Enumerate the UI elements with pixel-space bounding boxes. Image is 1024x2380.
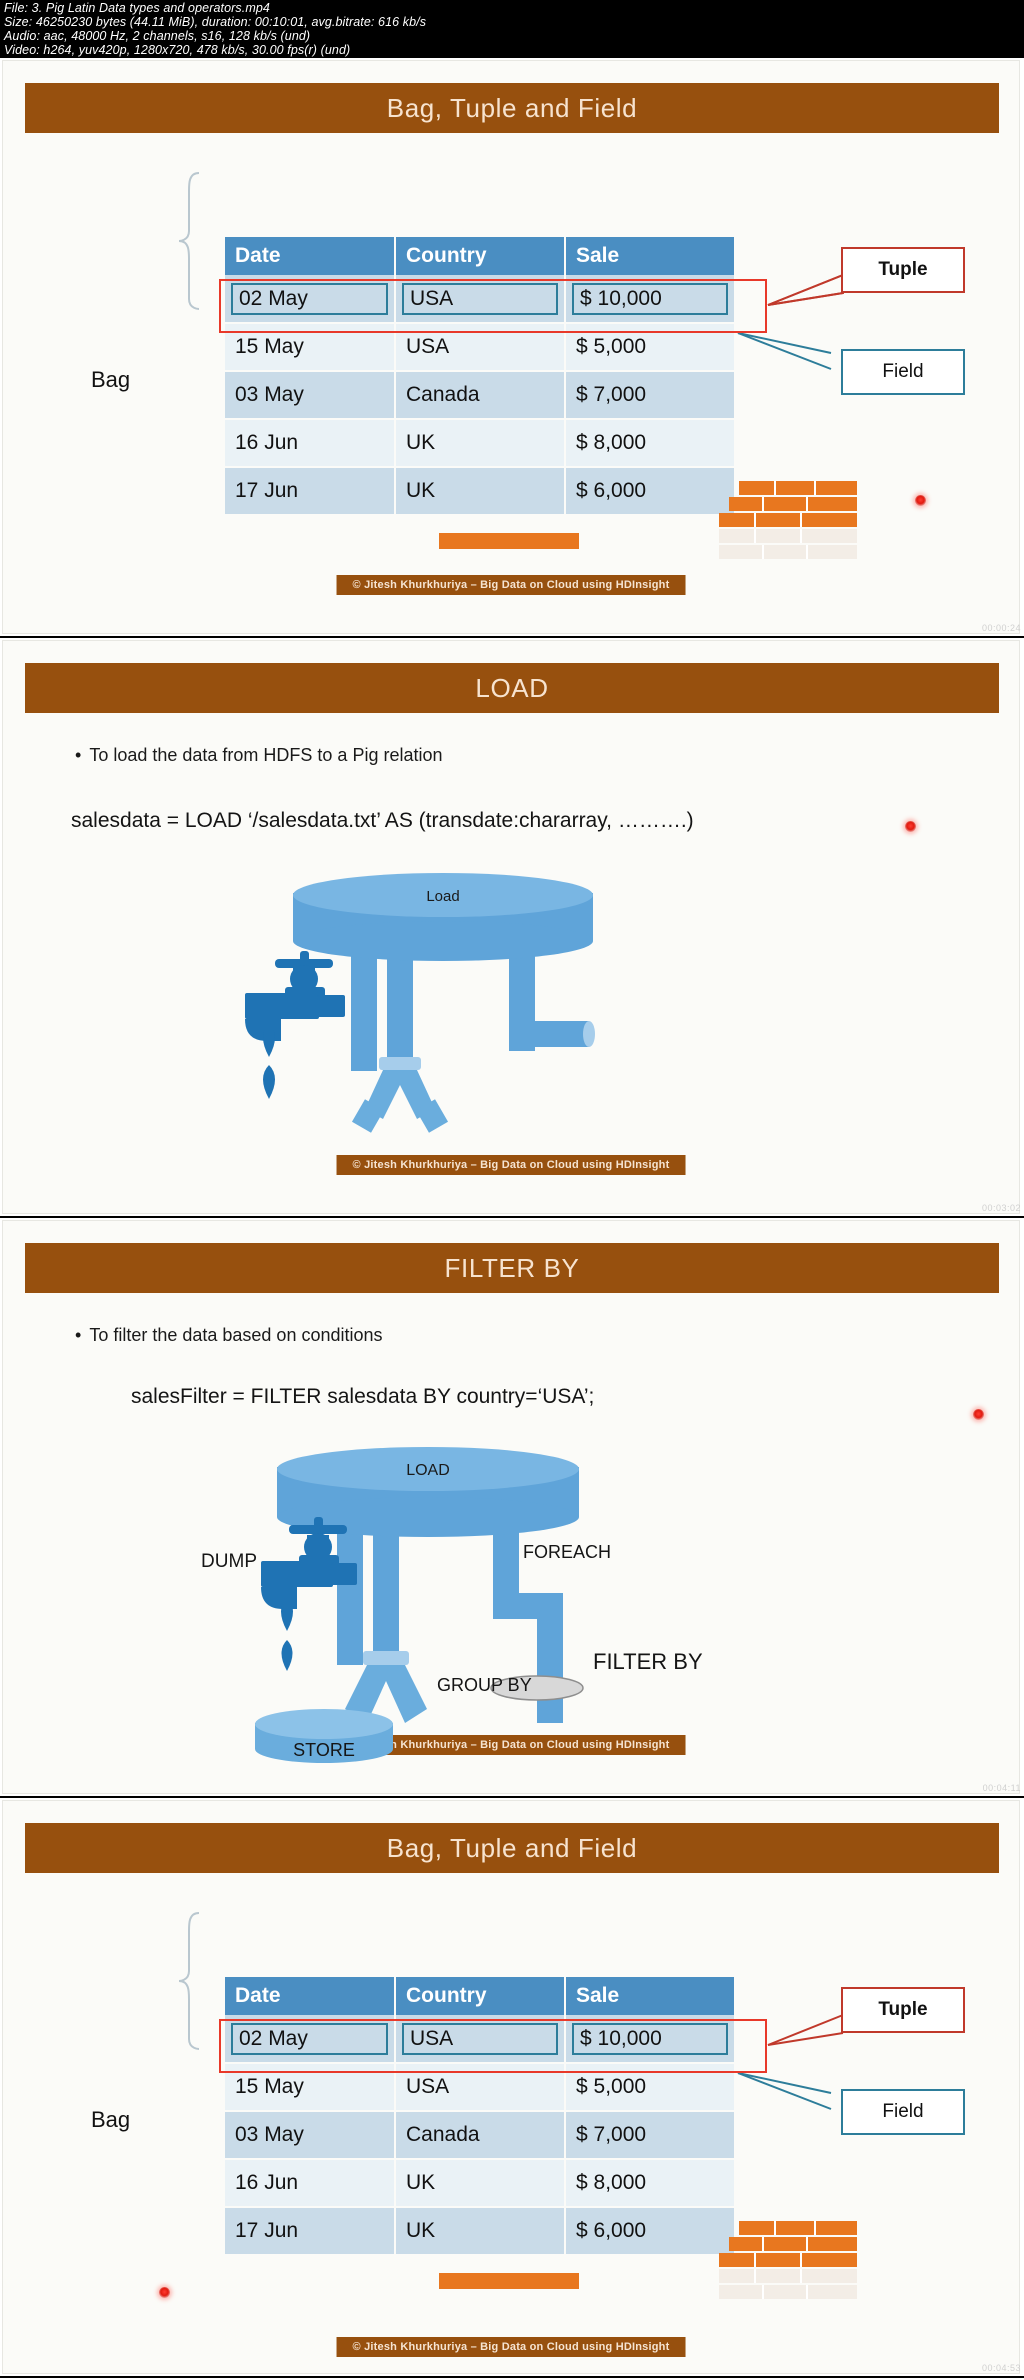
slide-1-tuple-callout: Tuple bbox=[841, 247, 965, 293]
slide-frame-2: LOAD • To load the data from HDFS to a Pi… bbox=[2, 640, 1020, 1214]
pig-pipeline-diagram: LOAD DUMP STORE GROUP BY FOREACH FILTER … bbox=[201, 1447, 703, 1763]
slide-4-tuple-callout: Tuple bbox=[841, 1987, 965, 2033]
slide-frame-3: FILTER BY • To filter the data based on c… bbox=[2, 1220, 1020, 1794]
foreach-label: FOREACH bbox=[523, 1542, 611, 1562]
slide-4-field-callout: Field bbox=[841, 2089, 965, 2135]
slide-2-title: LOAD bbox=[25, 663, 999, 713]
slide-3-code: salesFilter = FILTER salesdata BY countr… bbox=[131, 1385, 595, 1408]
slide-3-bullet: • To filter the data based on conditions bbox=[75, 1325, 383, 1346]
slide-2-bullet: • To load the data from HDFS to a Pig rel… bbox=[75, 745, 443, 766]
laser-pointer-dot bbox=[973, 1409, 984, 1420]
slide-4-callout-connectors bbox=[737, 2014, 844, 2110]
media-info-video-line: Video: h264, yuv420p, 1280x720, 478 kb/s… bbox=[4, 43, 351, 57]
bullet-glyph: • bbox=[75, 745, 82, 765]
thumbnail-sheet: Bag, Tuple and Field Bag Date Country Sa… bbox=[0, 58, 1024, 2378]
media-info-audio-line: Audio: aac, 48000 Hz, 2 channels, s16, 1… bbox=[4, 29, 311, 43]
thumbnail-4-timecode: 00:04:53 bbox=[981, 2363, 1021, 2373]
slide-frame-4: Bag, Tuple and Field Bag Date Country Sa… bbox=[2, 1800, 1020, 2374]
laser-pointer-dot bbox=[159, 2287, 170, 2298]
store-label: STORE bbox=[293, 1740, 355, 1760]
laser-pointer-dot bbox=[915, 495, 926, 506]
load-tank-label: LOAD bbox=[406, 1462, 450, 1479]
slide-frame-1: Bag, Tuple and Field Bag Date Country Sa… bbox=[2, 60, 1020, 634]
video-thumbnail-2[interactable]: LOAD • To load the data from HDFS to a Pi… bbox=[0, 638, 1024, 1218]
load-pipeline-diagram: Load bbox=[245, 873, 595, 1133]
filter-by-label: FILTER BY bbox=[593, 1649, 703, 1674]
slide-1-callout-connectors bbox=[737, 273, 844, 370]
media-info-size-line: Size: 46250230 bytes (44.11 MiB), durati… bbox=[4, 15, 427, 29]
thumbnail-1-timecode: 00:00:24 bbox=[981, 623, 1021, 633]
media-info-header: File: 3. Pig Latin Data types and operat… bbox=[0, 0, 1024, 58]
laser-pointer-dot bbox=[905, 821, 916, 832]
video-thumbnail-1[interactable]: Bag, Tuple and Field Bag Date Country Sa… bbox=[0, 58, 1024, 638]
load-tank-label: Load bbox=[426, 888, 459, 905]
slide-1-field-callout: Field bbox=[841, 349, 965, 395]
thumbnail-2-timecode: 00:03:02 bbox=[981, 1203, 1021, 1213]
thumbnail-3-timecode: 00:04:11 bbox=[982, 1783, 1021, 1793]
bullet-glyph: • bbox=[75, 1325, 82, 1345]
slide-3-title: FILTER BY bbox=[25, 1243, 999, 1293]
slide-2-code: salesdata = LOAD ‘/salesdata.txt’ AS (tr… bbox=[71, 809, 694, 832]
media-info-file-line: File: 3. Pig Latin Data types and operat… bbox=[4, 1, 270, 15]
slide-2-bullet-text: To load the data from HDFS to a Pig rela… bbox=[89, 745, 443, 765]
slide-3-bullet-text: To filter the data based on conditions bbox=[89, 1325, 383, 1345]
video-thumbnail-4[interactable]: Bag, Tuple and Field Bag Date Country Sa… bbox=[0, 1798, 1024, 2378]
video-thumbnail-3[interactable]: FILTER BY • To filter the data based on c… bbox=[0, 1218, 1024, 1798]
group-by-label: GROUP BY bbox=[437, 1675, 532, 1695]
dump-label: DUMP bbox=[201, 1551, 257, 1572]
